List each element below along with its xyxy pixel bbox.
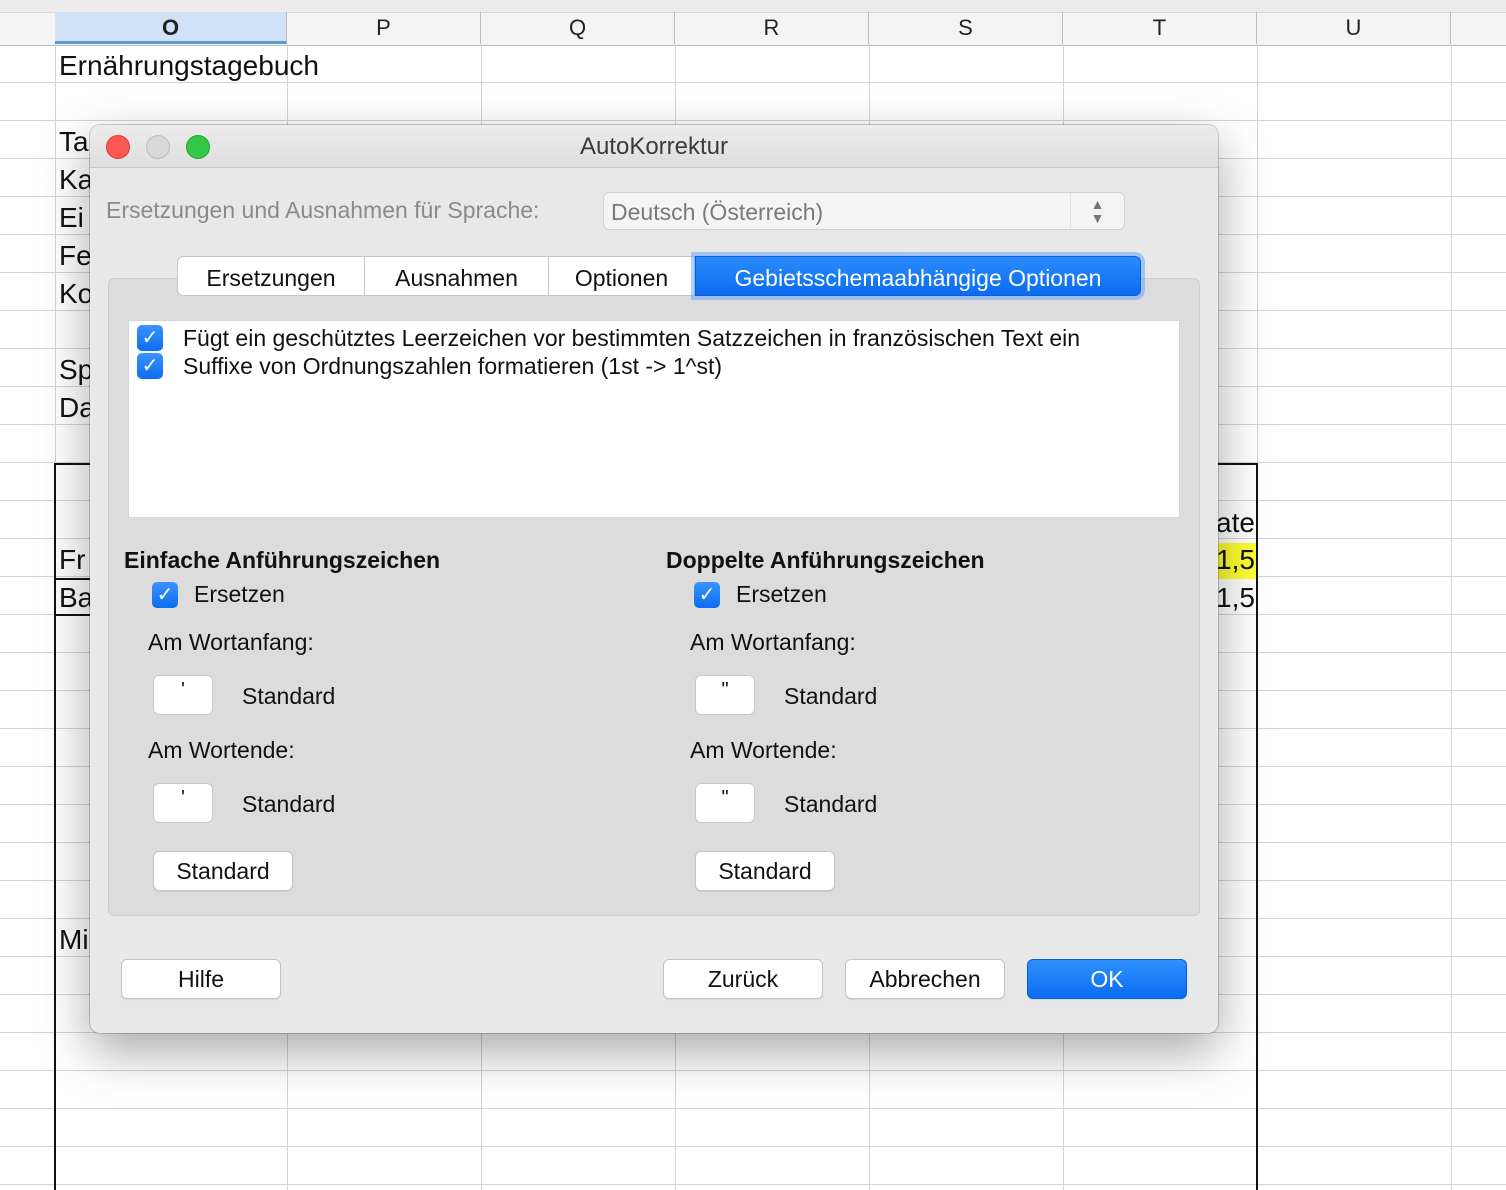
tab-ausnahmen[interactable]: Ausnahmen: [365, 256, 549, 296]
column-header-p[interactable]: P: [287, 12, 481, 44]
cancel-button[interactable]: Abbrechen: [845, 959, 1005, 999]
cell-ba[interactable]: Ba: [59, 582, 93, 614]
tab-gebietsschema-optionen[interactable]: Gebietsschemaabhängige Optionen: [695, 256, 1141, 296]
single-default-button[interactable]: Standard: [153, 851, 293, 891]
dialog-title: AutoKorrektur: [579, 133, 729, 160]
tab-optionen[interactable]: Optionen: [549, 256, 695, 296]
cell-ko[interactable]: Ko: [59, 278, 93, 310]
double-start-label: Am Wortanfang:: [690, 629, 856, 655]
language-label: Ersetzungen und Ausnahmen für Sprache:: [106, 197, 540, 223]
list-item[interactable]: ✓ Suffixe von Ordnungszahlen formatieren…: [137, 352, 722, 380]
single-quotes-title: Einfache Anführungszeichen: [124, 547, 441, 573]
single-end-char-button[interactable]: ': [153, 783, 213, 823]
grid-row-line: [0, 120, 1506, 121]
option-label: Suffixe von Ordnungszahlen formatieren (…: [183, 352, 722, 379]
tab-bar: Ersetzungen Ausnahmen Optionen Gebietssc…: [177, 256, 1141, 298]
single-replace-row[interactable]: ✓ Ersetzen: [152, 581, 285, 608]
option-label: Fügt ein geschütztes Leerzeichen vor bes…: [183, 324, 1081, 351]
tab-ersetzungen[interactable]: Ersetzungen: [177, 256, 365, 296]
autokorrektur-dialog: AutoKorrektur Ersetzungen und Ausnahmen …: [90, 125, 1218, 1033]
double-end-value: Standard: [784, 791, 878, 817]
back-button[interactable]: Zurück: [663, 959, 823, 999]
double-end-label: Am Wortende:: [690, 737, 837, 763]
list-item[interactable]: ✓ Fügt ein geschütztes Leerzeichen vor b…: [137, 324, 1080, 352]
single-start-char-button[interactable]: ': [153, 675, 213, 715]
checkbox-ordinal-suffix[interactable]: ✓: [137, 353, 163, 379]
ok-button[interactable]: OK: [1027, 959, 1187, 999]
cell-title[interactable]: Ernährungstagebuch: [59, 50, 319, 82]
column-header-q[interactable]: Q: [481, 12, 675, 44]
checkbox-single-replace[interactable]: ✓: [152, 581, 178, 608]
cell-value-fr[interactable]: 1,5: [1216, 544, 1255, 576]
single-start-label: Am Wortanfang:: [148, 629, 314, 655]
cell-ei[interactable]: Ei: [59, 202, 84, 234]
updown-chevron-icon: ▲ ▼: [1070, 193, 1124, 229]
language-value: Deutsch (Österreich): [611, 199, 824, 225]
help-button[interactable]: Hilfe: [121, 959, 281, 999]
column-header-s[interactable]: S: [869, 12, 1063, 44]
grid-row-line: [0, 82, 1506, 83]
cell-mi[interactable]: Mi: [59, 924, 89, 956]
checkbox-french-space[interactable]: ✓: [137, 325, 163, 351]
checkbox-double-replace[interactable]: ✓: [694, 581, 720, 608]
cell-value-ba[interactable]: 1,5: [1216, 582, 1255, 614]
dialog-titlebar[interactable]: AutoKorrektur: [90, 125, 1218, 168]
single-end-label: Am Wortende:: [148, 737, 295, 763]
single-replace-label: Ersetzen: [194, 581, 285, 607]
double-default-button[interactable]: Standard: [695, 851, 835, 891]
column-header-t[interactable]: T: [1063, 12, 1257, 44]
double-end-char-button[interactable]: ": [695, 783, 755, 823]
double-start-value: Standard: [784, 683, 878, 709]
column-header-r[interactable]: R: [675, 12, 869, 44]
cell-fr[interactable]: Fr: [59, 544, 85, 576]
double-start-char-button[interactable]: ": [695, 675, 755, 715]
options-list: ✓ Fügt ein geschütztes Leerzeichen vor b…: [128, 320, 1180, 518]
grid-column-line: [1451, 44, 1452, 1190]
language-select: Deutsch (Österreich) ▲ ▼: [603, 192, 1125, 230]
cell-ate[interactable]: ate: [1216, 507, 1255, 539]
cell-ta[interactable]: Ta: [59, 126, 89, 158]
column-header-u[interactable]: U: [1257, 12, 1451, 44]
column-header-o[interactable]: O: [55, 12, 287, 44]
double-replace-row[interactable]: ✓ Ersetzen: [694, 581, 827, 608]
double-replace-label: Ersetzen: [736, 581, 827, 607]
toolbar-strip: [0, 0, 1506, 12]
double-quotes-title: Doppelte Anführungszeichen: [666, 547, 985, 573]
cell-ka[interactable]: Ka: [59, 164, 93, 196]
single-start-value: Standard: [242, 683, 336, 709]
cell-sp[interactable]: Sp: [59, 354, 93, 386]
cell-fe[interactable]: Fe: [59, 240, 92, 272]
single-end-value: Standard: [242, 791, 336, 817]
